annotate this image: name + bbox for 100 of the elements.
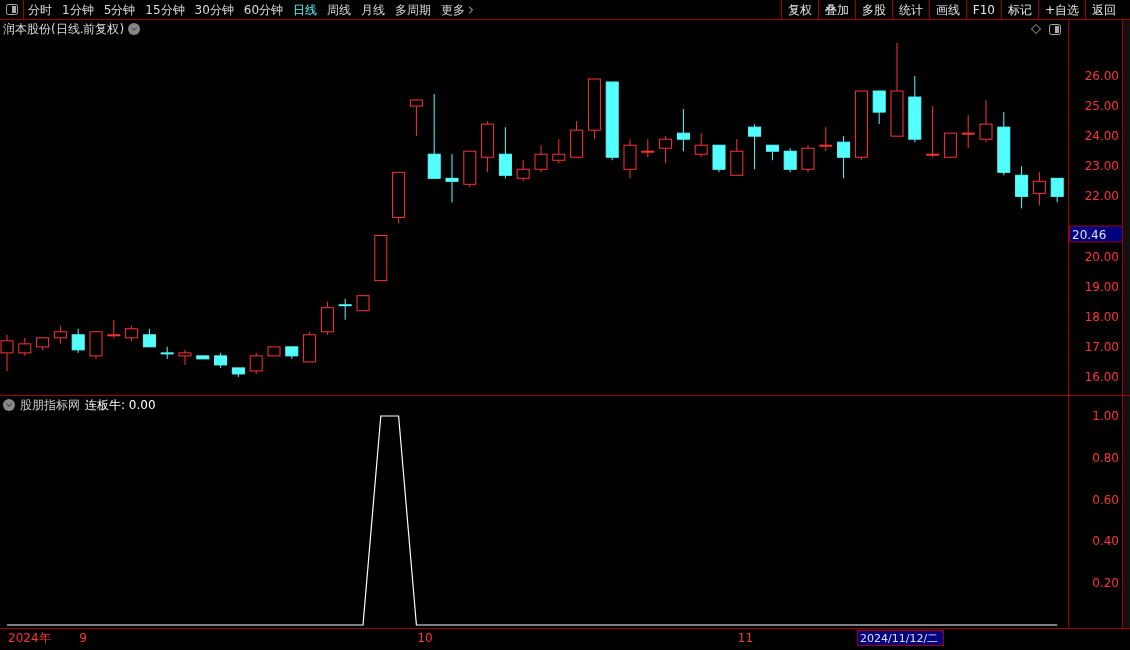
candlestick bbox=[659, 135, 673, 164]
date-axis-label: 11 bbox=[737, 631, 754, 645]
candlestick bbox=[267, 346, 281, 357]
toolbar-button[interactable]: 复权 bbox=[780, 0, 818, 19]
period-tab[interactable]: 周线 bbox=[327, 0, 352, 19]
candlestick bbox=[587, 78, 601, 140]
period-tab[interactable]: 60分钟 bbox=[243, 0, 284, 19]
chevron-down-icon[interactable] bbox=[128, 23, 141, 35]
candlestick bbox=[18, 337, 32, 357]
candlestick bbox=[516, 159, 530, 182]
candlestick bbox=[552, 138, 566, 164]
candlestick bbox=[534, 144, 548, 173]
candlestick bbox=[178, 349, 192, 366]
indicator-axis-label: 1.00 bbox=[1092, 409, 1119, 423]
period-tab[interactable]: 多周期 bbox=[395, 0, 432, 19]
period-tab[interactable]: 1分钟 bbox=[62, 0, 94, 19]
candlestick bbox=[498, 126, 512, 179]
candlestick bbox=[285, 346, 299, 360]
candlestick bbox=[943, 132, 957, 158]
candlestick bbox=[303, 331, 317, 363]
candlestick bbox=[819, 126, 833, 152]
candlestick bbox=[160, 346, 174, 360]
candlestick bbox=[214, 352, 228, 369]
candlestick bbox=[107, 319, 121, 339]
candlestick bbox=[196, 355, 210, 360]
candlestick bbox=[623, 138, 637, 179]
cursor-date-label: 2024/11/12/二 bbox=[857, 630, 944, 646]
candlestick bbox=[89, 331, 103, 360]
candlestick bbox=[979, 99, 993, 143]
price-axis-label: 19.00 bbox=[1084, 279, 1119, 294]
candlestick bbox=[908, 75, 922, 143]
period-tab[interactable]: 日线 bbox=[293, 0, 318, 19]
candlestick bbox=[71, 328, 85, 354]
candlestick bbox=[641, 138, 655, 158]
period-tab[interactable]: 更多 bbox=[441, 0, 478, 19]
candlestick bbox=[961, 114, 975, 149]
price-tag: 20.46 bbox=[1069, 225, 1122, 243]
candlestick bbox=[409, 99, 423, 137]
candlestick bbox=[712, 144, 726, 173]
candlestick bbox=[463, 150, 477, 188]
period-tab[interactable]: 5分钟 bbox=[103, 0, 136, 19]
toolbar-button[interactable]: F10 bbox=[965, 0, 1001, 19]
candlestick bbox=[765, 144, 779, 161]
candlestick bbox=[748, 123, 762, 170]
candlestick bbox=[783, 147, 797, 173]
candlestick bbox=[872, 90, 886, 125]
indicator-axis-label: 0.40 bbox=[1092, 534, 1119, 549]
candlestick bbox=[53, 325, 67, 345]
indicator-reading: 连板牛: 0.00 bbox=[85, 397, 156, 414]
candlestick bbox=[249, 352, 263, 375]
price-axis-label: 26.00 bbox=[1084, 69, 1119, 83]
candlestick bbox=[125, 325, 139, 342]
toolbar-button[interactable]: 返回 bbox=[1085, 0, 1122, 19]
indicator-axis-label: 0.80 bbox=[1092, 450, 1119, 465]
toolbar-button[interactable]: 叠加 bbox=[817, 0, 855, 19]
toolbar-button[interactable]: 画线 bbox=[928, 0, 966, 19]
indicator-axis-label: 0.20 bbox=[1092, 576, 1119, 591]
candlestick bbox=[926, 105, 940, 158]
chevron-down-icon[interactable] bbox=[3, 399, 15, 411]
price-axis-label: 25.00 bbox=[1084, 99, 1119, 114]
price-axis-label: 17.00 bbox=[1084, 339, 1119, 354]
candlestick bbox=[1015, 165, 1029, 209]
period-tab[interactable]: 30分钟 bbox=[194, 0, 234, 19]
candlestick bbox=[570, 120, 584, 158]
chart-title: 润本股份(日线.前复权) bbox=[3, 21, 125, 38]
panel-toggle-icon[interactable] bbox=[1049, 23, 1061, 35]
candlestick bbox=[801, 144, 815, 173]
candlestick bbox=[374, 235, 388, 282]
price-axis-label: 22.00 bbox=[1084, 189, 1119, 204]
panel-toggle-icon[interactable] bbox=[5, 4, 18, 15]
candlestick bbox=[676, 108, 690, 152]
candlestick bbox=[445, 153, 459, 203]
candlestick bbox=[231, 367, 245, 378]
price-axis-label: 16.00 bbox=[1084, 369, 1119, 384]
candlestick bbox=[997, 111, 1011, 176]
toolbar-button[interactable]: 多股 bbox=[854, 0, 892, 19]
toolbar-button[interactable]: 统计 bbox=[891, 0, 929, 19]
candlestick bbox=[1050, 177, 1064, 203]
price-axis-label: 23.00 bbox=[1084, 159, 1119, 174]
diamond-icon[interactable] bbox=[1031, 24, 1041, 34]
candlestick bbox=[730, 138, 744, 176]
candlestick bbox=[854, 90, 868, 161]
candlestick bbox=[837, 135, 851, 179]
price-axis-label: 24.00 bbox=[1084, 129, 1119, 144]
period-tab[interactable]: 月线 bbox=[361, 0, 386, 19]
date-axis-label: 10 bbox=[417, 631, 433, 645]
candlestick bbox=[142, 328, 156, 348]
candlestick bbox=[356, 295, 370, 312]
candlestick bbox=[338, 298, 352, 321]
date-axis-label: 9 bbox=[79, 631, 87, 645]
price-axis-label: 18.00 bbox=[1084, 309, 1119, 324]
toolbar-button[interactable]: +自选 bbox=[1037, 0, 1085, 19]
period-tab[interactable]: 15分钟 bbox=[145, 0, 185, 19]
candlestick bbox=[694, 132, 708, 158]
candlestick bbox=[1032, 171, 1046, 206]
period-tab[interactable]: 分时 bbox=[28, 0, 52, 19]
toolbar-button[interactable]: 标记 bbox=[1000, 0, 1038, 19]
date-axis-label: 2024年 bbox=[8, 631, 51, 645]
indicator-axis-label: 0.60 bbox=[1092, 492, 1119, 507]
indicator-name: 股朋指标网 bbox=[20, 397, 80, 414]
